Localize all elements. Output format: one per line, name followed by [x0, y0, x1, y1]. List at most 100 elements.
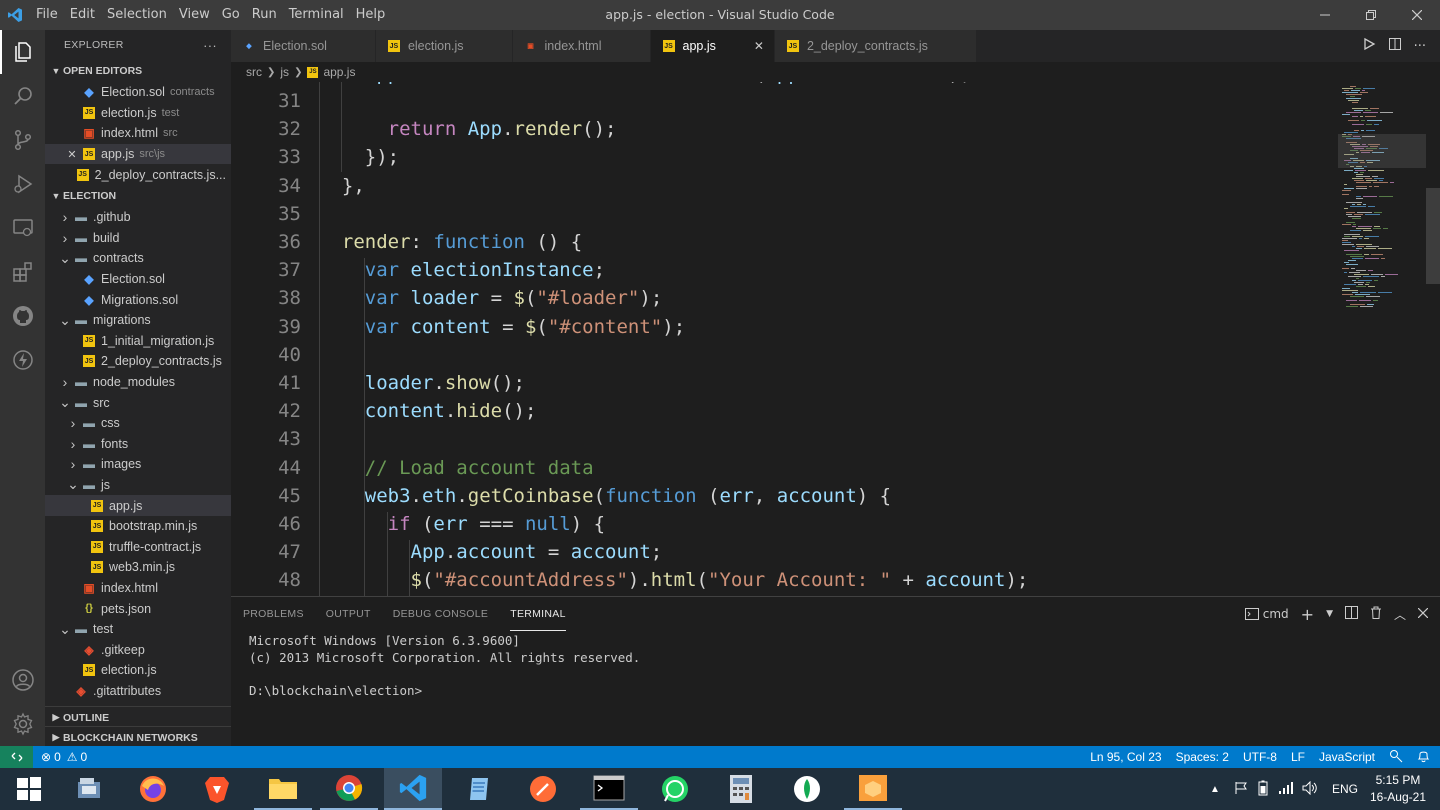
- breadcrumb-src[interactable]: src: [246, 65, 262, 79]
- folder-item[interactable]: ⌄ ▬ test: [45, 619, 231, 640]
- tab-problems[interactable]: PROBLEMS: [243, 597, 304, 631]
- folder-item[interactable]: ⌄ ▬ js: [45, 475, 231, 496]
- brave-icon[interactable]: [188, 768, 246, 810]
- file-item[interactable]: JS app.js: [45, 495, 231, 516]
- editor-tab[interactable]: JS app.js ✕: [650, 30, 775, 62]
- folder-item[interactable]: ⌄ ▬ migrations: [45, 310, 231, 331]
- breadcrumb-js[interactable]: js: [280, 65, 289, 79]
- blockchain-icon[interactable]: [0, 338, 45, 382]
- terminal-output[interactable]: Microsoft Windows [Version 6.3.9600] (c) …: [231, 631, 1440, 701]
- source-control-icon[interactable]: [0, 118, 45, 162]
- folder-item[interactable]: › ▬ images: [45, 454, 231, 475]
- windows-start-icon[interactable]: [0, 768, 58, 810]
- file-item[interactable]: ◆ Migrations.sol: [45, 289, 231, 310]
- breadcrumb-file[interactable]: app.js: [323, 65, 355, 79]
- split-terminal-icon[interactable]: [1344, 606, 1358, 622]
- tab-terminal[interactable]: TERMINAL: [510, 597, 566, 631]
- menu-terminal[interactable]: Terminal: [283, 0, 350, 30]
- open-editors-header[interactable]: ▼ OPEN EDITORS: [45, 60, 231, 82]
- cmd-icon[interactable]: [580, 768, 638, 810]
- flag-icon[interactable]: [1234, 781, 1248, 798]
- sublime-icon[interactable]: [844, 768, 902, 810]
- menu-file[interactable]: File: [30, 0, 64, 30]
- folder-item[interactable]: ⌄ ▬ contracts: [45, 248, 231, 269]
- extensions-icon[interactable]: [0, 250, 45, 294]
- problems-indicator[interactable]: ⊗ 0 ⚠ 0: [41, 750, 87, 764]
- notepad-icon[interactable]: [450, 768, 508, 810]
- folder-item[interactable]: › ▬ .github: [45, 207, 231, 228]
- folder-item[interactable]: ⌄ ▬ src: [45, 392, 231, 413]
- terminal-shell-selector[interactable]: cmd: [1244, 607, 1289, 621]
- network-signal-icon[interactable]: [1278, 781, 1294, 798]
- split-editor-icon[interactable]: [1388, 37, 1402, 55]
- file-item[interactable]: ◆ Election.sol: [45, 269, 231, 290]
- remote-explorer-icon[interactable]: [0, 206, 45, 250]
- code-editor[interactable]: 31 32 33 34 35 36 37 38 39 40 41 42 43 44 45 46 47 48 ret…: [231, 82, 1440, 596]
- vscode-taskbar-icon[interactable]: [384, 768, 442, 810]
- end-of-line[interactable]: LF: [1291, 750, 1305, 764]
- mongodb-compass-icon[interactable]: [778, 768, 836, 810]
- file-item[interactable]: JS 2_deploy_contracts.js: [45, 351, 231, 372]
- editor-tab[interactable]: ◆ Election.sol: [231, 30, 376, 62]
- menu-go[interactable]: Go: [216, 0, 246, 30]
- file-item[interactable]: ◈ .gitkeep: [45, 639, 231, 660]
- file-item[interactable]: ▣ index.html: [45, 578, 231, 599]
- close-window-button[interactable]: [1394, 0, 1440, 30]
- feedback-icon[interactable]: [1389, 749, 1403, 766]
- whatsapp-icon[interactable]: [646, 768, 704, 810]
- menu-edit[interactable]: Edit: [64, 0, 101, 30]
- encoding[interactable]: UTF-8: [1243, 750, 1277, 764]
- editor-tab[interactable]: JS election.js: [375, 30, 513, 62]
- file-item[interactable]: JS election.js: [45, 660, 231, 681]
- vertical-scrollbar[interactable]: [1426, 188, 1440, 284]
- file-item[interactable]: JS truffle-contract.js: [45, 536, 231, 557]
- menu-view[interactable]: View: [173, 0, 216, 30]
- file-item[interactable]: ◈ .gitattributes: [45, 681, 231, 702]
- run-debug-icon[interactable]: [0, 162, 45, 206]
- account-icon[interactable]: [0, 658, 45, 702]
- language-mode[interactable]: JavaScript: [1319, 750, 1375, 764]
- more-actions-icon[interactable]: ···: [1414, 39, 1426, 54]
- file-item[interactable]: JS bootstrap.min.js: [45, 516, 231, 537]
- notifications-bell-icon[interactable]: [1417, 749, 1430, 766]
- run-file-icon[interactable]: [1362, 37, 1376, 55]
- folder-item[interactable]: › ▬ build: [45, 228, 231, 249]
- open-editor-item[interactable]: JS election.js test: [45, 103, 231, 124]
- tab-debug-console[interactable]: DEBUG CONSOLE: [393, 597, 489, 631]
- open-editor-item[interactable]: ✕ JS app.js src\js: [45, 143, 231, 165]
- election-folder-header[interactable]: ▼ ELECTION: [45, 185, 231, 207]
- minimap-slider[interactable]: [1338, 134, 1426, 168]
- firefox-icon[interactable]: [124, 768, 182, 810]
- indentation[interactable]: Spaces: 2: [1176, 750, 1229, 764]
- file-item[interactable]: JS 1_initial_migration.js: [45, 331, 231, 352]
- close-panel-icon[interactable]: [1417, 607, 1429, 621]
- postman-icon[interactable]: [514, 768, 572, 810]
- remote-indicator-icon[interactable]: [0, 746, 33, 768]
- blockchain-networks-header[interactable]: ▶ BLOCKCHAIN NETWORKS: [45, 726, 231, 748]
- cursor-position[interactable]: Ln 95, Col 23: [1090, 750, 1161, 764]
- outline-header[interactable]: ▶ OUTLINE: [45, 706, 231, 728]
- open-editor-item[interactable]: ◆ Election.sol contracts: [45, 82, 231, 103]
- chrome-icon[interactable]: [320, 768, 378, 810]
- open-editor-item[interactable]: ▣ index.html src: [45, 123, 231, 144]
- explorer-icon[interactable]: [0, 30, 45, 74]
- close-icon[interactable]: ✕: [754, 39, 764, 53]
- github-icon[interactable]: [0, 294, 45, 338]
- kill-terminal-icon[interactable]: [1370, 606, 1382, 622]
- folder-item[interactable]: › ▬ fonts: [45, 434, 231, 455]
- new-terminal-icon[interactable]: +: [1301, 605, 1314, 624]
- file-item[interactable]: {} pets.json: [45, 598, 231, 619]
- restore-button[interactable]: [1348, 0, 1394, 30]
- calculator-icon[interactable]: [712, 768, 770, 810]
- tab-output[interactable]: OUTPUT: [326, 597, 371, 631]
- maximize-panel-icon[interactable]: ︿: [1394, 606, 1406, 623]
- show-hidden-icons-icon[interactable]: ▲: [1210, 784, 1220, 795]
- open-editor-item[interactable]: JS 2_deploy_contracts.js...: [45, 164, 231, 185]
- input-language[interactable]: ENG: [1332, 782, 1358, 796]
- battery-icon[interactable]: [1256, 780, 1270, 799]
- settings-gear-icon[interactable]: [0, 702, 45, 746]
- editor-tab[interactable]: ▣ index.html: [512, 30, 651, 62]
- clock[interactable]: 5:15 PM 16-Aug-21: [1370, 772, 1426, 806]
- chevron-down-icon[interactable]: ▼: [1326, 609, 1333, 619]
- minimize-button[interactable]: [1302, 0, 1348, 30]
